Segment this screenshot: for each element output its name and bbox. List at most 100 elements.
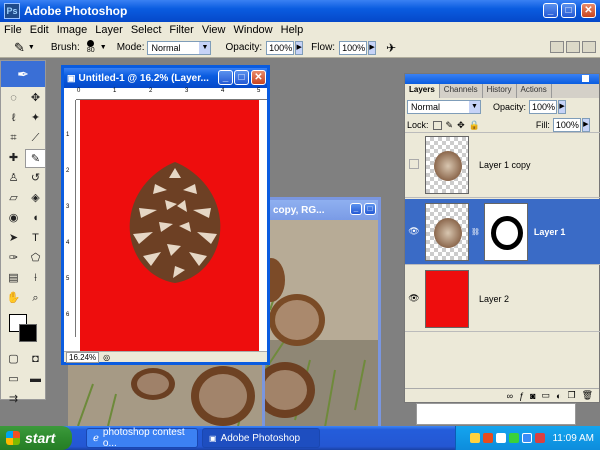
doc-minimize-button[interactable]: _ xyxy=(350,203,362,215)
link-layers-icon[interactable]: ∞ xyxy=(507,391,513,401)
screen-mode-standard-icon[interactable]: ▭ xyxy=(3,370,24,389)
type-tool-icon[interactable]: T xyxy=(25,229,46,248)
brush-picker[interactable]: 80 xyxy=(84,40,98,55)
zoom-level[interactable]: 16.24% xyxy=(66,351,100,363)
fill-input[interactable]: 100% xyxy=(552,118,581,132)
lock-position-icon[interactable]: ✥ xyxy=(457,120,465,131)
eyedropper-tool-icon[interactable]: ⟊ xyxy=(25,269,46,288)
shape-tool-icon[interactable]: ⬠ xyxy=(25,249,46,268)
history-brush-tool-icon[interactable]: ↺ xyxy=(25,169,46,188)
layer-opacity-arrow-icon[interactable]: ▶ xyxy=(558,100,567,114)
flow-slider-arrow-icon[interactable]: ▶ xyxy=(368,40,377,55)
layer-opacity-input[interactable]: 100% xyxy=(529,100,558,114)
opacity-input[interactable]: 100% xyxy=(266,40,295,55)
layer-mask-thumbnail[interactable] xyxy=(483,202,528,261)
doc-maximize-button[interactable]: □ xyxy=(364,203,376,215)
document-window-photo[interactable]: copy, RG... _ □ xyxy=(262,197,381,430)
doc-close-button[interactable]: ✕ xyxy=(251,70,266,85)
tab-channels[interactable]: Channels xyxy=(440,84,483,98)
menu-filter[interactable]: Filter xyxy=(165,24,197,36)
opacity-slider-arrow-icon[interactable]: ▶ xyxy=(295,40,304,55)
tray-icon-1[interactable] xyxy=(470,433,481,443)
network-icon[interactable] xyxy=(522,433,533,443)
menu-window[interactable]: Window xyxy=(230,24,277,36)
eye-icon[interactable]: 👁 xyxy=(405,293,423,304)
mode-select[interactable]: Normal ▼ xyxy=(147,40,212,55)
taskbar-item-photoshop[interactable]: ▣ Adobe Photoshop xyxy=(202,428,320,448)
menu-layer[interactable]: Layer xyxy=(91,24,127,36)
blend-mode-select[interactable]: Normal ▼ xyxy=(407,100,481,114)
jump-to-imageready-icon[interactable]: ⇉ xyxy=(3,390,24,409)
layer-row-layer-2[interactable]: 👁 Layer 2 xyxy=(405,266,600,332)
standard-mode-icon[interactable]: ▢ xyxy=(3,350,24,369)
menu-help[interactable]: Help xyxy=(277,24,308,36)
red-canvas[interactable] xyxy=(80,100,259,351)
magic-wand-tool-icon[interactable]: ✦ xyxy=(25,109,46,128)
adjustment-layer-icon[interactable]: ◐ xyxy=(556,391,561,401)
notes-tool-icon[interactable]: ▤ xyxy=(3,269,24,288)
lock-pixels-icon[interactable]: ✎ xyxy=(446,120,454,131)
healing-brush-tool-icon[interactable]: ✚ xyxy=(3,149,24,168)
menu-view[interactable]: View xyxy=(198,24,230,36)
paint-bucket-tool-icon[interactable]: ◈ xyxy=(25,189,46,208)
document-title-bar[interactable]: copy, RG... _ □ xyxy=(265,200,378,220)
tab-layers[interactable]: Layers xyxy=(405,84,440,98)
minimize-button[interactable]: _ xyxy=(543,3,558,18)
layer-style-icon[interactable]: ƒ xyxy=(519,391,524,401)
clone-stamp-tool-icon[interactable]: ♙ xyxy=(3,169,24,188)
eraser-tool-icon[interactable]: ▱ xyxy=(3,189,24,208)
slice-tool-icon[interactable]: ⟋ xyxy=(25,129,46,148)
background-color-swatch[interactable] xyxy=(19,324,37,342)
tool-preset-arrow-icon[interactable]: ▼ xyxy=(28,44,35,51)
flow-input[interactable]: 100% xyxy=(339,40,368,55)
tray-icon-6[interactable] xyxy=(535,433,546,443)
crop-tool-icon[interactable]: ⌗ xyxy=(3,129,24,148)
fill-arrow-icon[interactable]: ▶ xyxy=(581,118,590,132)
taskbar-item-browser[interactable]: ℯ photoshop contest o... xyxy=(86,427,198,449)
tab-history[interactable]: History xyxy=(483,84,517,98)
blur-tool-icon[interactable]: ◉ xyxy=(3,209,24,228)
palette-well-presets-icon[interactable] xyxy=(566,41,580,53)
menu-select[interactable]: Select xyxy=(127,24,166,36)
status-menu-icon[interactable]: ◎ xyxy=(103,353,110,362)
menu-image[interactable]: Image xyxy=(53,24,92,36)
marquee-tool-icon[interactable]: ◌ xyxy=(3,89,24,108)
hand-tool-icon[interactable]: ✋ xyxy=(3,289,24,308)
layer-row-layer-1[interactable]: 👁 ⛓ Layer 1 xyxy=(405,199,600,265)
menu-file[interactable]: File xyxy=(0,24,26,36)
document-title-bar[interactable]: ▣ Untitled-1 @ 16.2% (Layer... _ □ ✕ xyxy=(64,68,267,88)
close-button[interactable]: ✕ xyxy=(581,3,596,18)
quick-mask-mode-icon[interactable]: ◘ xyxy=(25,350,46,369)
add-mask-icon[interactable]: ◙ xyxy=(530,391,535,401)
tray-icon-4[interactable] xyxy=(509,433,520,443)
path-selection-tool-icon[interactable]: ➤ xyxy=(3,229,24,248)
pen-tool-icon[interactable]: ✑ xyxy=(3,249,24,268)
palette-title-bar[interactable] xyxy=(405,74,599,84)
mask-link-icon[interactable]: ⛓ xyxy=(471,228,480,236)
palette-well-comps-icon[interactable] xyxy=(582,41,596,53)
delete-layer-icon[interactable]: 🗑 xyxy=(582,390,593,401)
palette-minimize-icon[interactable] xyxy=(582,75,589,82)
palette-well-brushes-icon[interactable] xyxy=(550,41,564,53)
zoom-tool-icon[interactable]: ⌕ xyxy=(25,289,46,308)
dodge-tool-icon[interactable]: ◖ xyxy=(25,209,46,228)
brush-tool-icon[interactable]: ✎ xyxy=(14,40,25,56)
document-window-untitled[interactable]: ▣ Untitled-1 @ 16.2% (Layer... _ □ ✕ 0 1… xyxy=(61,65,270,365)
doc-maximize-button[interactable]: □ xyxy=(234,70,249,85)
volume-icon[interactable] xyxy=(496,433,507,443)
start-button[interactable]: start xyxy=(0,426,72,450)
new-group-icon[interactable]: ▭ xyxy=(542,390,551,401)
screen-mode-full-icon[interactable]: ▬ xyxy=(25,370,46,389)
brush-tool-icon[interactable]: ✎ xyxy=(25,149,46,168)
airbrush-icon[interactable]: ✈ xyxy=(386,41,396,55)
doc-minimize-button[interactable]: _ xyxy=(218,70,233,85)
visibility-toggle[interactable] xyxy=(405,159,423,171)
new-layer-icon[interactable]: ❐ xyxy=(567,390,575,401)
eye-icon[interactable]: 👁 xyxy=(405,226,423,237)
lasso-tool-icon[interactable]: ℓ xyxy=(3,109,24,128)
move-tool-icon[interactable]: ✥ xyxy=(25,89,46,108)
brush-picker-arrow-icon[interactable]: ▼ xyxy=(100,44,107,51)
lock-transparency-icon[interactable] xyxy=(432,120,442,130)
lock-all-icon[interactable]: 🔒 xyxy=(469,120,480,131)
tray-icon-2[interactable] xyxy=(483,433,494,443)
